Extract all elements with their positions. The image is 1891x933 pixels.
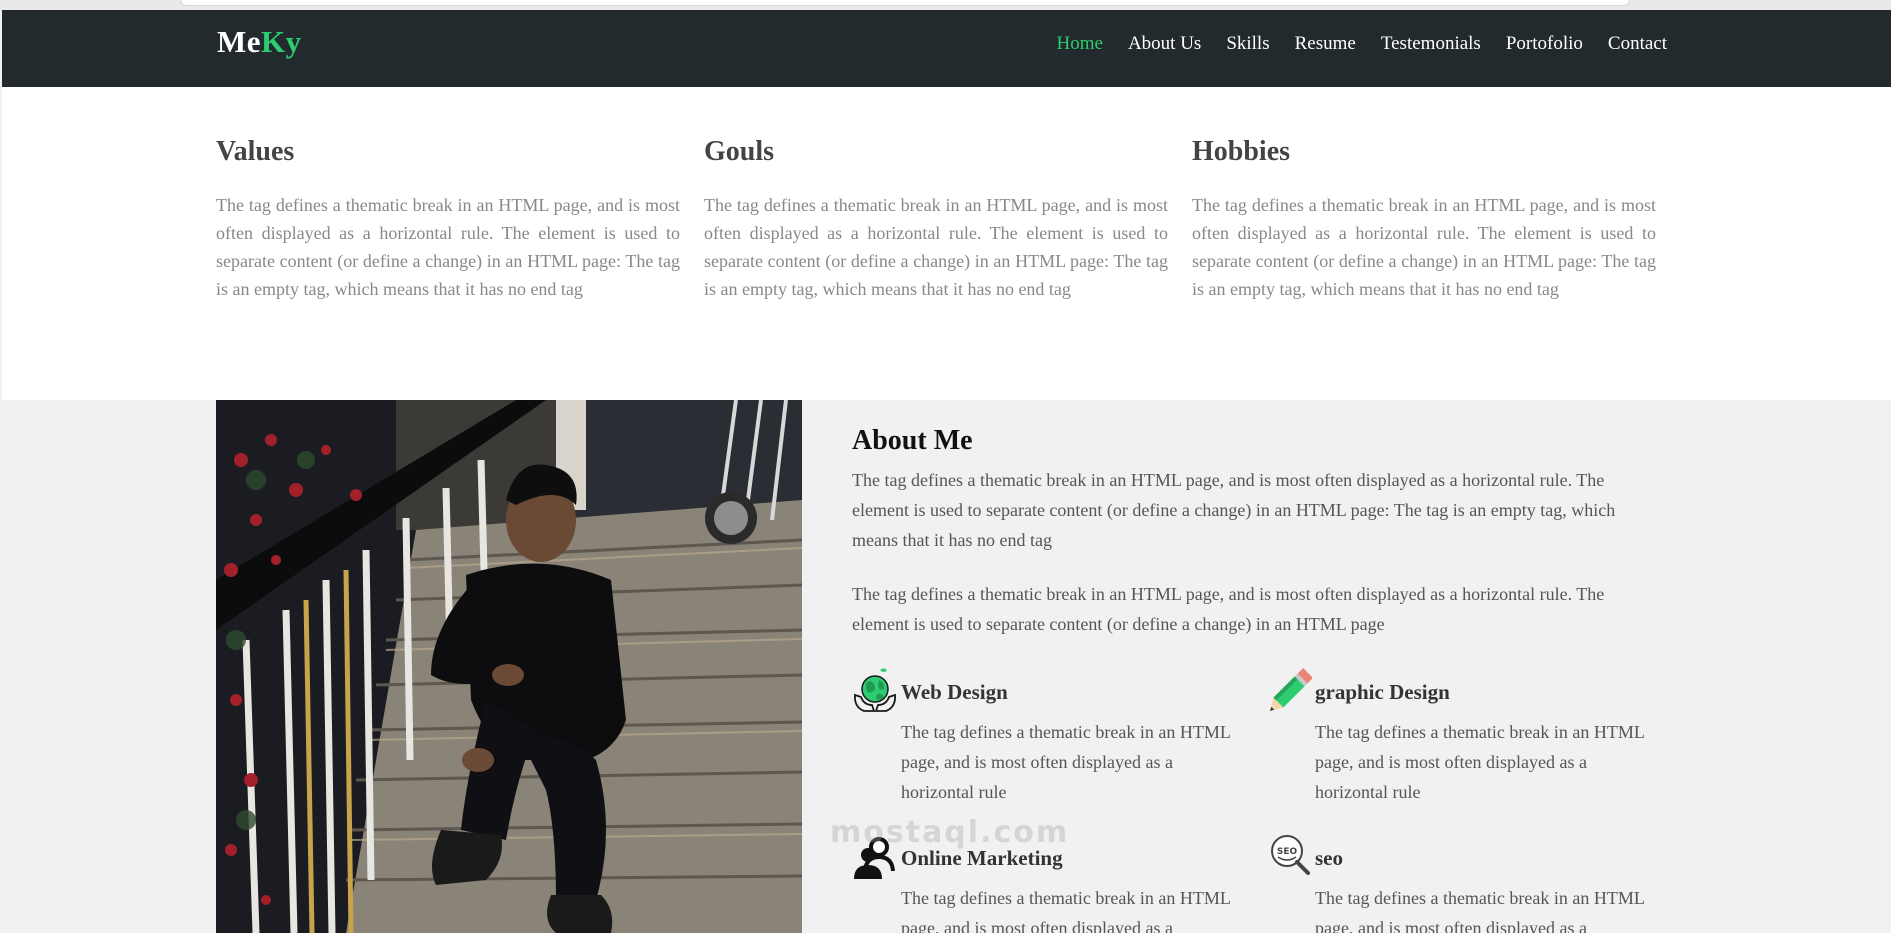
about-text: About Me The tag defines a thematic brea… (852, 425, 1657, 663)
brand-part1: Me (217, 24, 262, 59)
goals-text: The tag defines a thematic break in an H… (704, 195, 1168, 299)
values-column: Values The tag defines a thematic break … (216, 136, 680, 303)
values-text: The tag defines a thematic break in an H… (216, 195, 680, 299)
pencil-icon (1269, 667, 1312, 712)
nav-item-portfolio: Portofolio (1506, 33, 1583, 55)
goals-column: Gouls The tag defines a thematic break i… (704, 136, 1168, 303)
values-title: Values (216, 136, 295, 167)
service-seo-title: seo (1315, 846, 1343, 870)
seo-magnifier-icon: SEO (1271, 835, 1310, 875)
nav-link-resume[interactable]: Resume (1295, 33, 1356, 54)
profile-photo (216, 400, 802, 933)
profile-photo-illustration (216, 400, 802, 933)
nav-item-home: Home (1057, 33, 1103, 55)
nav-item-resume: Resume (1295, 33, 1356, 55)
hobbies-column: Hobbies The tag defines a thematic break… (1192, 136, 1656, 303)
nav-link-skills[interactable]: Skills (1226, 33, 1269, 54)
browser-address-bar[interactable] (180, 0, 1630, 6)
about-section: About Me The tag defines a thematic brea… (2, 400, 1891, 933)
about-paragraph-2: The tag defines a thematic break in an H… (852, 584, 1605, 634)
service-online-marketing-title: Online Marketing (901, 846, 1063, 870)
service-graphic-design-title: graphic Design (1315, 680, 1450, 704)
about-paragraph-1: The tag defines a thematic break in an H… (852, 470, 1616, 550)
nav-item-contact: Contact (1608, 33, 1667, 55)
service-graphic-design: graphic Design The tag defines a themati… (1266, 667, 1646, 807)
service-graphic-design-text: The tag defines a thematic break in an H… (1315, 722, 1645, 802)
brand-logo[interactable]: MeKy (217, 24, 302, 60)
nav-item-about: About Us (1128, 33, 1201, 55)
nav-link-about[interactable]: About Us (1128, 33, 1201, 54)
nav-link-home[interactable]: Home (1057, 33, 1103, 54)
nav-link-contact[interactable]: Contact (1608, 33, 1667, 54)
nav-item-testimonials: Testemonials (1381, 33, 1481, 55)
nav-item-skills: Skills (1226, 33, 1269, 55)
hobbies-title: Hobbies (1192, 136, 1291, 167)
svg-text:SEO: SEO (1277, 847, 1298, 857)
values-section: Values The tag defines a thematic break … (2, 87, 1891, 400)
service-web-design: Web Design The tag defines a thematic br… (852, 667, 1232, 807)
service-online-marketing: Online Marketing The tag defines a thema… (852, 833, 1232, 933)
nav-menu: Home About Us Skills Resume Testemonials… (1057, 33, 1668, 55)
nav-link-portfolio[interactable]: Portofolio (1506, 33, 1583, 54)
globe-hands-icon (854, 668, 896, 712)
service-web-design-title: Web Design (901, 680, 1008, 704)
navbar: MeKy Home About Us Skills Resume Testemo… (2, 10, 1891, 87)
service-seo: SEO seo The tag defines a thematic break… (1266, 833, 1646, 933)
service-online-marketing-text: The tag defines a thematic break in an H… (901, 888, 1231, 933)
goals-title: Gouls (704, 136, 775, 167)
user-group-icon (854, 837, 895, 879)
service-seo-text: The tag defines a thematic break in an H… (1315, 888, 1645, 933)
nav-link-testimonials[interactable]: Testemonials (1381, 33, 1481, 54)
hobbies-text: The tag defines a thematic break in an H… (1192, 195, 1656, 299)
brand-part2: Ky (261, 24, 302, 59)
about-title: About Me (852, 425, 973, 456)
browser-strip (0, 0, 1891, 10)
service-web-design-text: The tag defines a thematic break in an H… (901, 722, 1231, 802)
